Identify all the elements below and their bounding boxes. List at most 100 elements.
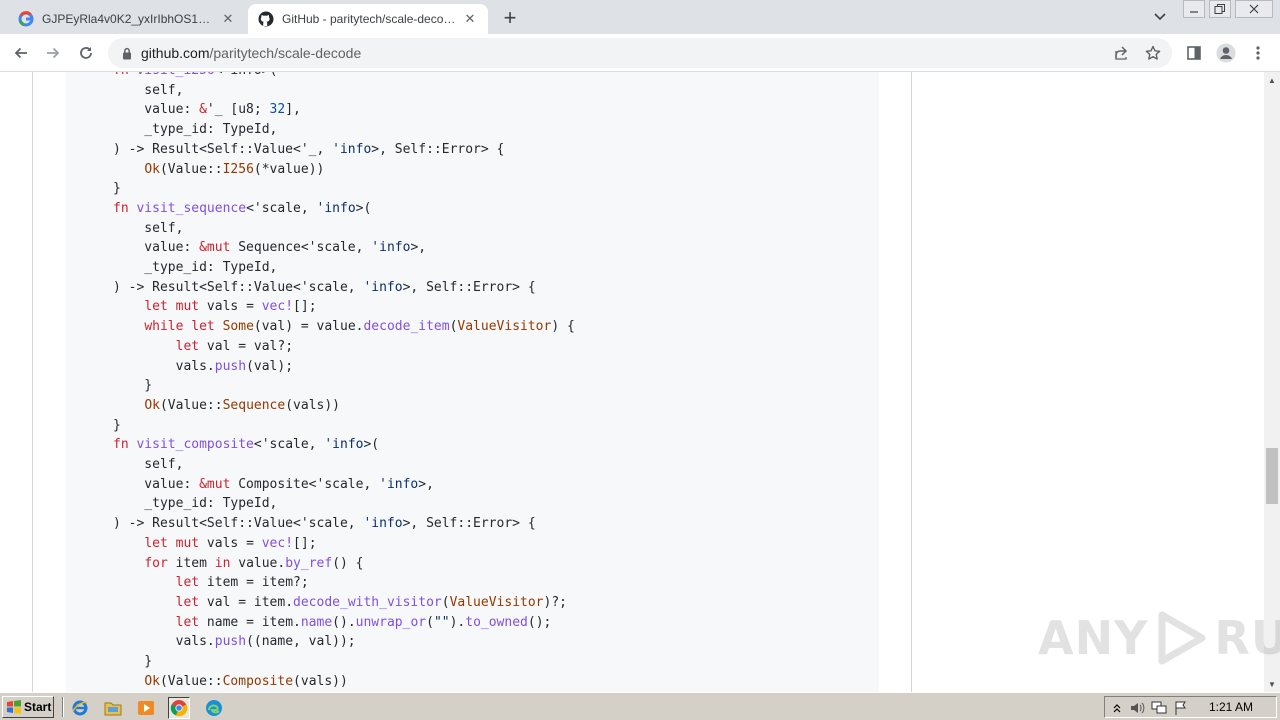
media-player-icon[interactable] <box>135 697 157 719</box>
profile-avatar-icon[interactable] <box>1214 41 1238 65</box>
taskbar-clock[interactable]: 1:21 AM <box>1209 700 1253 714</box>
code-token: 'info <box>316 200 356 216</box>
chrome-taskbar-icon[interactable] <box>168 697 190 719</box>
system-tray: 1:21 AM <box>1104 696 1277 718</box>
file-explorer-icon[interactable] <box>102 697 124 719</box>
code-token: <'scale, <box>246 200 317 216</box>
code-token: >( <box>355 200 372 216</box>
code-token: ) -> Result<Self::Value<'_, <box>113 141 333 157</box>
code-line: let mut vals = vec![]; <box>113 297 316 317</box>
code-token: let <box>175 614 200 630</box>
code-token: decode_item <box>363 319 450 335</box>
code-token: >( <box>363 437 380 453</box>
code-line: fn visit_sequence<'scale, 'info>( <box>113 199 371 219</box>
start-label: Start <box>24 700 52 714</box>
code-token: info <box>230 72 261 78</box>
edge-icon[interactable] <box>203 697 225 719</box>
reload-icon[interactable] <box>73 40 99 66</box>
page-scrollbar[interactable]: ▲ ▼ <box>1264 72 1280 692</box>
taskbar-separator <box>62 697 64 717</box>
content-border-left <box>32 72 33 692</box>
volume-icon[interactable] <box>1129 700 1145 716</box>
code-line: value: &'_ [u8; 32], <box>113 100 301 120</box>
lock-icon[interactable] <box>120 46 134 60</box>
code-token: } <box>113 378 153 394</box>
forward-arrow-icon[interactable] <box>40 40 66 66</box>
code-token: Composite <box>222 673 294 689</box>
tab-github[interactable]: GitHub - paritytech/scale-decode: De ✕ <box>248 4 488 34</box>
code-token: ). <box>449 614 466 630</box>
code-token: 'info <box>363 516 403 532</box>
code-line: ) -> Result<Self::Value<'scale, 'info>, … <box>113 514 536 534</box>
code-token: val = val?; <box>199 338 294 354</box>
code-line: _type_id: TypeId, <box>113 258 277 278</box>
code-token: value: <box>113 476 200 492</box>
network-icon[interactable] <box>1151 700 1167 716</box>
show-hidden-icons-icon[interactable] <box>1109 700 1125 716</box>
code-line: Ok(Value::Composite(vals)) <box>113 672 348 692</box>
minimize-window-icon[interactable] <box>1183 0 1205 18</box>
action-center-flag-icon[interactable] <box>1173 700 1189 716</box>
code-token: vals. <box>113 358 215 374</box>
code-token: >, Self::Error> { <box>402 516 536 532</box>
google-icon <box>18 11 34 27</box>
code-token: mut <box>175 299 200 315</box>
bookmark-star-icon[interactable] <box>1144 44 1162 62</box>
address-bar[interactable]: github.com/paritytech/scale-decode <box>108 38 1172 68</box>
scroll-down-arrow-icon[interactable]: ▼ <box>1264 676 1280 692</box>
share-icon[interactable] <box>1112 44 1130 62</box>
github-icon <box>258 11 274 27</box>
code-token: ) -> Result<Self::Value<'scale, <box>113 516 364 532</box>
code-line: fn visit_i256<'info>( <box>113 72 277 81</box>
scrollbar-thumb[interactable] <box>1266 448 1278 504</box>
back-arrow-icon[interactable] <box>8 40 34 66</box>
internet-explorer-icon[interactable] <box>69 697 91 719</box>
scroll-up-arrow-icon[interactable]: ▲ <box>1264 72 1280 88</box>
code-token: self, <box>113 82 184 98</box>
code-token: fn <box>113 72 129 78</box>
windows-logo-icon <box>7 700 21 714</box>
code-token: vals. <box>113 634 215 650</box>
code-token: let <box>144 299 168 315</box>
code-token: ( <box>441 594 450 610</box>
code-token: let <box>175 594 200 610</box>
kebab-menu-icon[interactable] <box>1246 41 1270 65</box>
code-token: Composite<'scale, <box>230 476 380 492</box>
code-line: let val = item.decode_with_visitor(Value… <box>113 593 567 613</box>
side-panel-icon[interactable] <box>1182 41 1206 65</box>
new-tab-icon[interactable]: + <box>498 5 522 30</box>
code-block[interactable]: fn visit_i256<'info>( self, value: &'_ [… <box>66 72 879 692</box>
code-token: item = item?; <box>199 575 309 591</box>
close-tab-icon[interactable]: ✕ <box>462 11 478 27</box>
code-token: >( <box>262 72 278 78</box>
tab-google[interactable]: GJPEyRla4v0K2_yxIrIbhOS1xvxa8f- ✕ <box>8 4 246 34</box>
code-line: for item in value.by_ref() { <box>113 554 363 574</box>
code-token: vec! <box>261 535 294 551</box>
tab-strip: GJPEyRla4v0K2_yxIrIbhOS1xvxa8f- ✕ GitHub… <box>0 0 1280 34</box>
code-token: Ok <box>144 161 160 177</box>
tab-search-icon[interactable] <box>1150 8 1170 26</box>
code-line: } <box>113 416 121 436</box>
close-tab-icon[interactable]: ✕ <box>220 11 236 27</box>
url-path: /paritytech/scale-decode <box>209 45 362 61</box>
code-token: ValueVisitor <box>457 319 552 335</box>
url-text[interactable]: github.com/paritytech/scale-decode <box>141 45 361 61</box>
code-token: 'info <box>332 141 372 157</box>
restore-window-icon[interactable] <box>1209 0 1231 18</box>
code-token: visit_composite <box>136 437 254 453</box>
code-token: & <box>199 102 207 118</box>
code-line: let mut vals = vec![]; <box>113 534 316 554</box>
code-line: ) -> Result<Self::Value<'_, 'info>, Self… <box>113 140 504 160</box>
code-line: } <box>113 179 121 199</box>
code-token: <' <box>215 72 231 78</box>
start-button[interactable]: Start <box>2 696 54 718</box>
code-token: "" <box>433 614 450 630</box>
code-token: fn <box>113 200 129 216</box>
close-window-icon[interactable] <box>1235 0 1273 18</box>
